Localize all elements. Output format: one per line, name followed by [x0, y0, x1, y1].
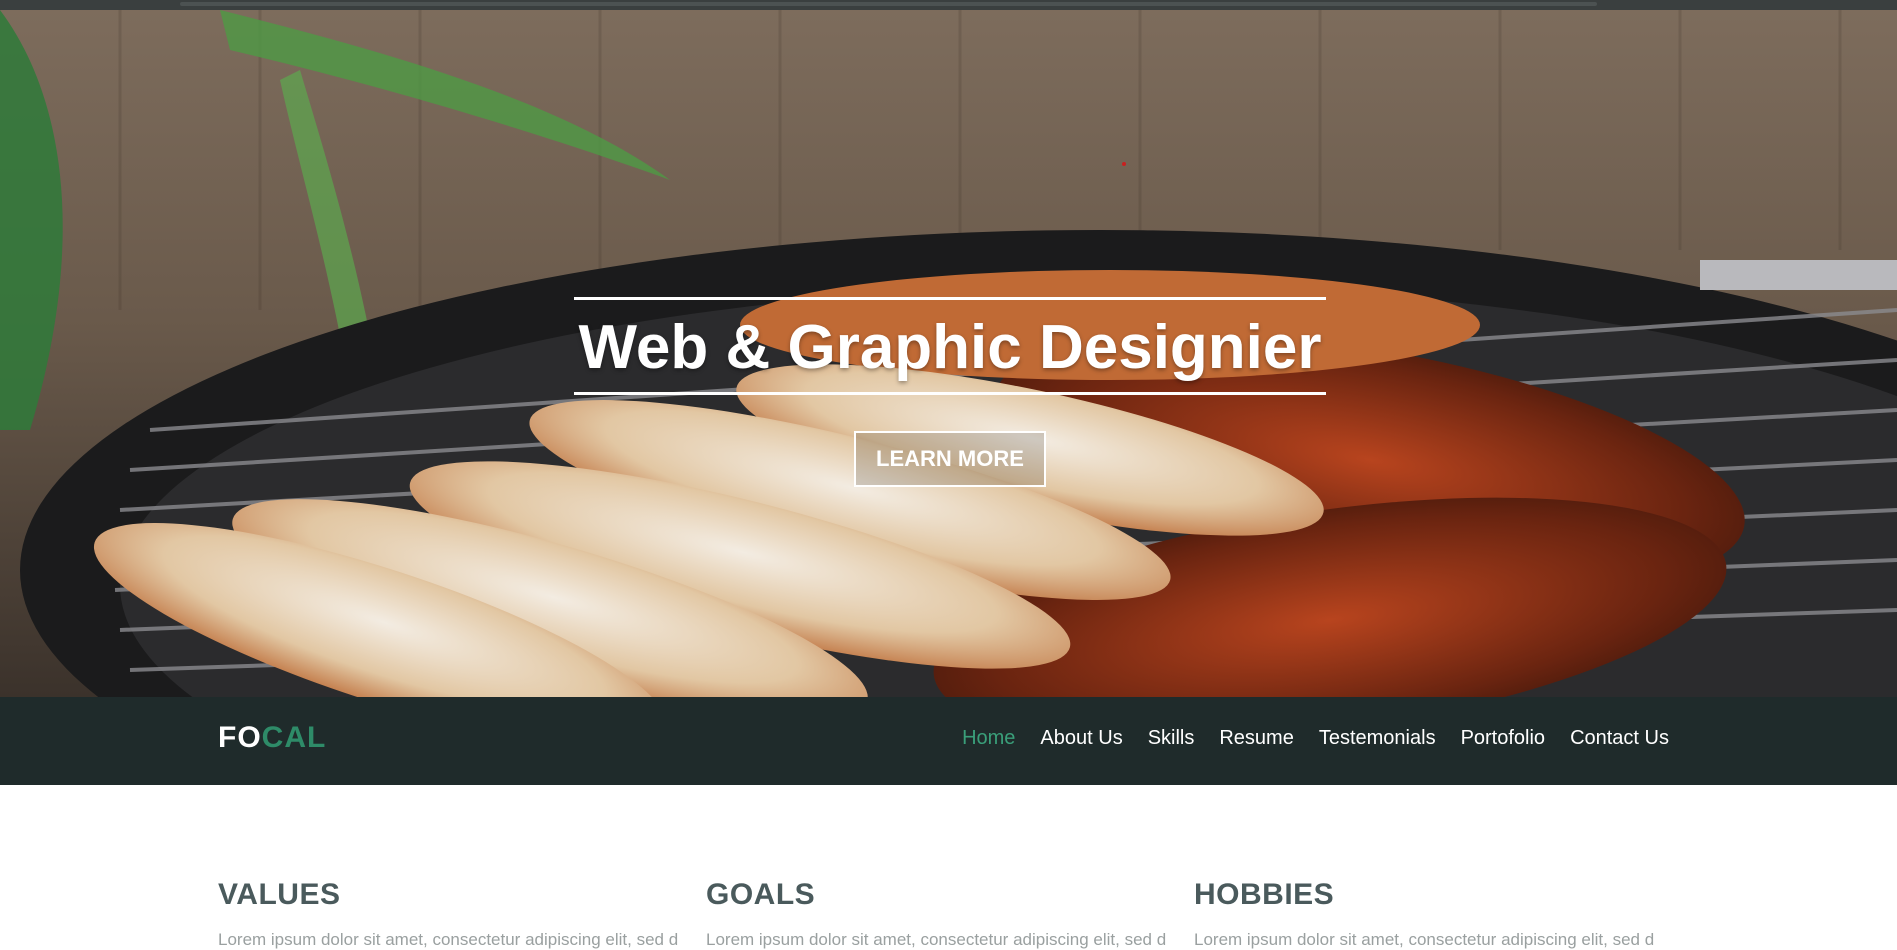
hobbies-text: Lorem ipsum dolor sit amet, consectetur …: [1194, 930, 1654, 949]
goals-heading: GOALS: [706, 878, 816, 911]
nav-link-resume[interactable]: Resume: [1219, 727, 1293, 750]
hero-top-rule: [574, 297, 1326, 300]
hero-bottom-rule: [574, 392, 1326, 395]
nav-link-portfolio[interactable]: Portofolio: [1461, 727, 1546, 750]
values-text: Lorem ipsum dolor sit amet, consectetur …: [218, 930, 678, 949]
hobbies-column: HOBBIES Lorem ipsum dolor sit amet, cons…: [1194, 878, 1654, 950]
values-column: VALUES Lorem ipsum dolor sit amet, conse…: [218, 878, 678, 950]
hero-title: Web & Graphic Designier: [578, 313, 1322, 382]
hobbies-heading: HOBBIES: [1194, 878, 1335, 911]
browser-top-strip: [0, 0, 1897, 10]
nav-link-about-us[interactable]: About Us: [1040, 727, 1122, 750]
goals-text: Lorem ipsum dolor sit amet, consectetur …: [706, 930, 1166, 949]
nav-links: Home About Us Skills Resume Testemonials…: [962, 727, 1669, 750]
site-logo[interactable]: FOCAL: [218, 721, 326, 755]
logo-part-2: CAL: [261, 721, 327, 754]
content-section: VALUES Lorem ipsum dolor sit amet, conse…: [0, 785, 1897, 950]
nav-link-contact-us[interactable]: Contact Us: [1570, 727, 1669, 750]
nav-link-home[interactable]: Home: [962, 727, 1015, 750]
logo-part-1: FO: [218, 721, 262, 754]
hero-content: Web & Graphic Designier LEARN MORE: [574, 297, 1326, 487]
goals-column: GOALS Lorem ipsum dolor sit amet, consec…: [706, 878, 1166, 950]
main-navbar: FOCAL Home About Us Skills Resume Testem…: [0, 697, 1897, 785]
learn-more-button[interactable]: LEARN MORE: [854, 431, 1046, 487]
hero-banner: Web & Graphic Designier LEARN MORE: [0, 10, 1897, 697]
nav-link-testimonials[interactable]: Testemonials: [1319, 727, 1436, 750]
values-heading: VALUES: [218, 878, 341, 911]
nav-link-skills[interactable]: Skills: [1148, 727, 1195, 750]
